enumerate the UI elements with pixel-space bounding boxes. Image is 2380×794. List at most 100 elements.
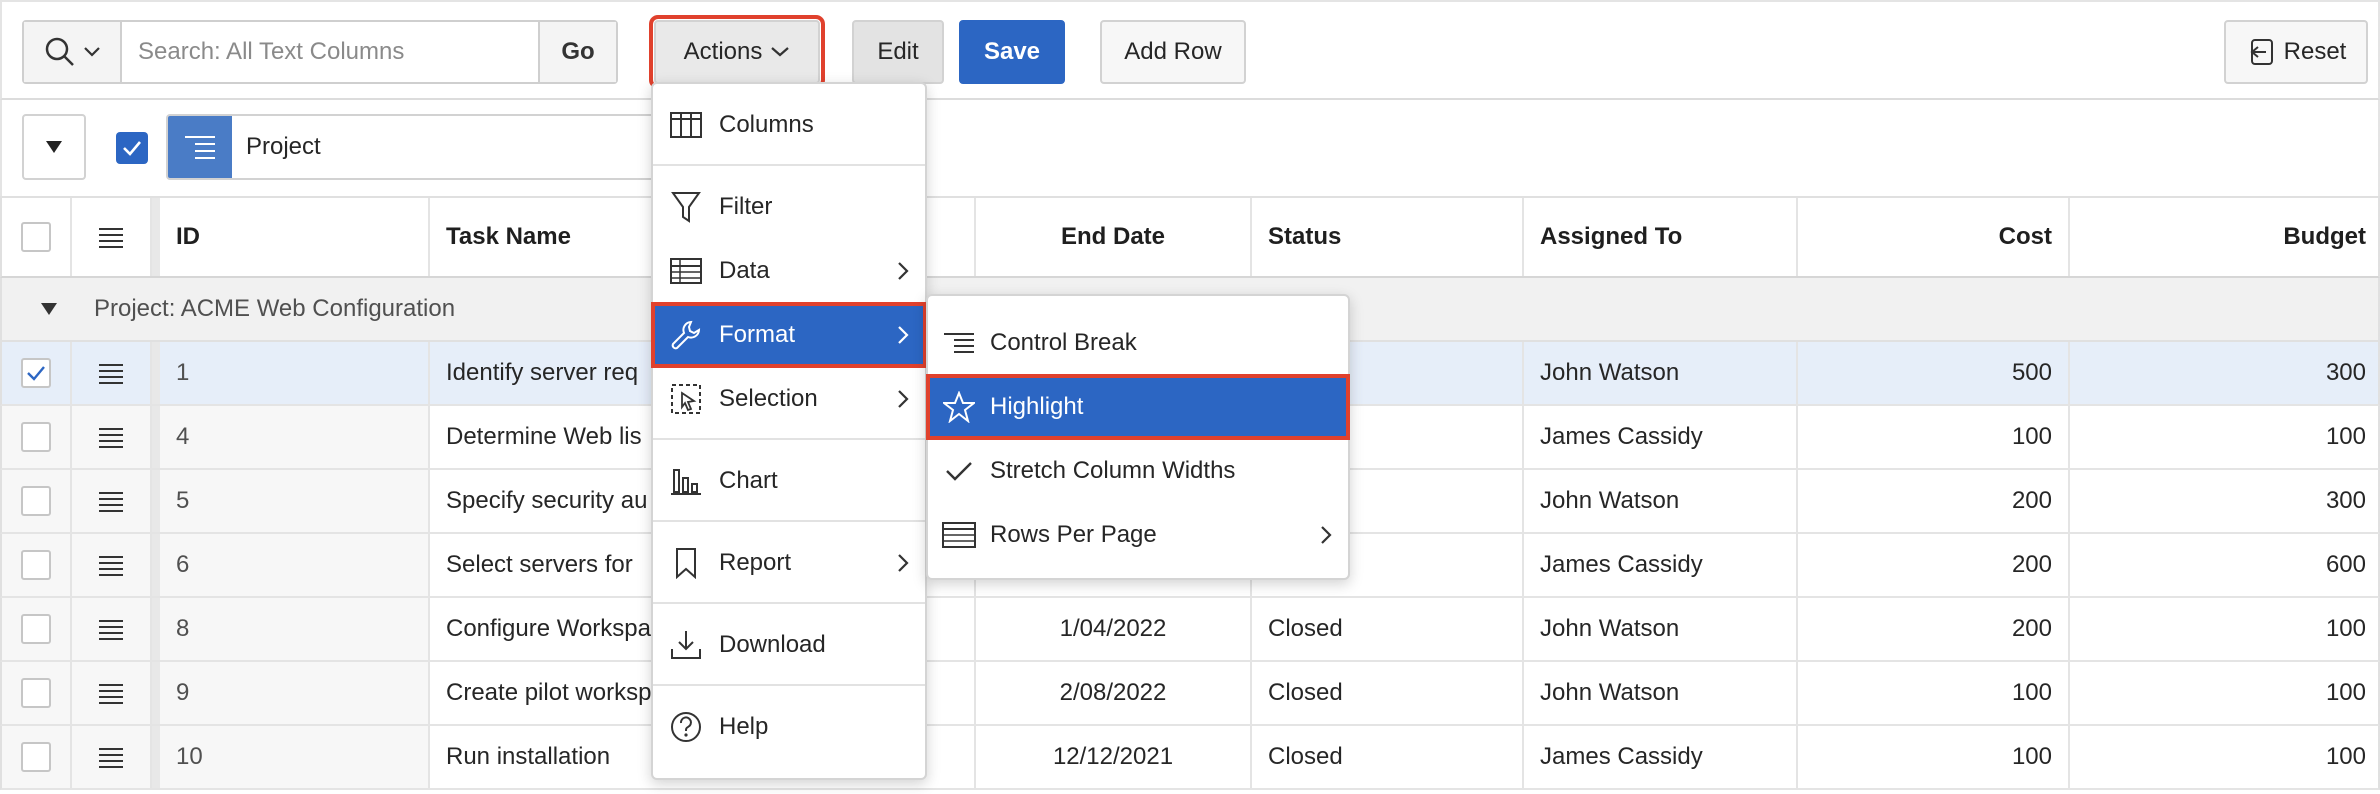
cell-id[interactable]: 4	[152, 406, 430, 468]
row-select-cell[interactable]	[2, 598, 72, 660]
menu-item-stretch-column-widths[interactable]: Stretch Column Widths	[928, 440, 1348, 502]
cell-assigned-to[interactable]: John Watson	[1524, 598, 1798, 660]
row-select-cell[interactable]	[2, 726, 72, 788]
row-actions-button[interactable]	[72, 534, 152, 596]
row-select-cell[interactable]	[2, 342, 72, 404]
menu-item-control-break[interactable]: Control Break	[928, 312, 1348, 374]
row-checkbox[interactable]	[21, 742, 51, 772]
cell-assigned-to[interactable]: James Cassidy	[1524, 726, 1798, 788]
row-actions-button[interactable]	[72, 406, 152, 468]
select-all-checkbox[interactable]	[21, 222, 51, 252]
table-row[interactable]: 10 Run installation 12/12/2021 Closed James …	[0, 726, 2380, 790]
control-break-checkbox[interactable]	[116, 132, 148, 164]
control-break-chip[interactable]: Project	[166, 114, 666, 180]
table-row[interactable]: 9 Create pilot worksp 2/08/2022 Closed John …	[0, 662, 2380, 726]
actions-button[interactable]: Actions	[649, 15, 825, 89]
row-select-cell[interactable]	[2, 534, 72, 596]
edit-button[interactable]: Edit	[852, 20, 944, 84]
reset-button[interactable]: Reset	[2224, 20, 2368, 84]
chevron-down-icon	[771, 47, 790, 57]
cell-cost[interactable]: 100	[1798, 406, 2070, 468]
menu-item-highlight[interactable]: Highlight	[926, 374, 1350, 440]
search-column-selector[interactable]	[24, 22, 122, 82]
go-button[interactable]: Go	[538, 22, 616, 82]
cell-budget[interactable]: 300	[2070, 470, 2380, 532]
cell-budget[interactable]: 600	[2070, 534, 2380, 596]
cell-cost[interactable]: 200	[1798, 534, 2070, 596]
menu-item-columns[interactable]: Columns	[653, 94, 925, 156]
control-break-collapse-toggle[interactable]	[22, 114, 86, 180]
column-header-budget[interactable]: Budget	[2070, 198, 2380, 276]
menu-item-selection[interactable]: Selection	[653, 368, 925, 430]
menu-item-format[interactable]: Format	[651, 302, 927, 368]
cell-cost[interactable]: 100	[1798, 726, 2070, 788]
menu-item-filter[interactable]: Filter	[653, 176, 925, 238]
save-button[interactable]: Save	[959, 20, 1065, 84]
cell-cost[interactable]: 500	[1798, 342, 2070, 404]
row-actions-button[interactable]	[72, 662, 152, 724]
cell-budget[interactable]: 100	[2070, 598, 2380, 660]
cell-id[interactable]: 8	[152, 598, 430, 660]
cell-status[interactable]: Closed	[1252, 726, 1524, 788]
menu-divider	[653, 602, 925, 604]
menu-item-label: Columns	[719, 111, 814, 138]
select-all-cell[interactable]	[2, 198, 72, 276]
menu-item-data[interactable]: Data	[653, 240, 925, 302]
row-actions-button[interactable]	[72, 726, 152, 788]
column-header-assigned-to[interactable]: Assigned To	[1524, 198, 1798, 276]
menu-item-label: Format	[719, 321, 796, 348]
menu-item-rows-per-page[interactable]: Rows Per Page	[928, 504, 1348, 566]
control-break-bar: Project	[0, 100, 2380, 198]
menu-item-help[interactable]: Help	[653, 696, 925, 758]
cell-budget[interactable]: 100	[2070, 726, 2380, 788]
cell-assigned-to[interactable]: John Watson	[1524, 662, 1798, 724]
cell-status[interactable]: Closed	[1252, 662, 1524, 724]
add-row-button[interactable]: Add Row	[1100, 20, 1246, 84]
row-actions-button[interactable]	[72, 342, 152, 404]
column-header-id[interactable]: ID	[152, 198, 430, 276]
menu-item-report[interactable]: Report	[653, 532, 925, 594]
row-checkbox[interactable]	[21, 422, 51, 452]
row-select-cell[interactable]	[2, 662, 72, 724]
row-actions-button[interactable]	[72, 470, 152, 532]
search-input[interactable]	[122, 22, 538, 82]
row-checkbox[interactable]	[21, 678, 51, 708]
row-checkbox[interactable]	[21, 486, 51, 516]
cell-cost[interactable]: 100	[1798, 662, 2070, 724]
cell-status[interactable]: Closed	[1252, 598, 1524, 660]
row-actions-button[interactable]	[72, 598, 152, 660]
control-break-label: Project	[246, 133, 321, 160]
row-checkbox[interactable]	[21, 358, 51, 388]
menu-divider	[653, 164, 925, 166]
cell-end-date[interactable]: 12/12/2021	[976, 726, 1252, 788]
cell-budget[interactable]: 100	[2070, 406, 2380, 468]
row-actions-header[interactable]	[72, 198, 152, 276]
cell-id[interactable]: 9	[152, 662, 430, 724]
menu-item-chart[interactable]: Chart	[653, 450, 925, 512]
column-header-end-date[interactable]: End Date	[976, 198, 1252, 276]
cell-id[interactable]: 1	[152, 342, 430, 404]
cell-budget[interactable]: 100	[2070, 662, 2380, 724]
cell-assigned-to[interactable]: James Cassidy	[1524, 406, 1798, 468]
table-row[interactable]: 8 Configure Workspa 1/04/2022 Closed John Wa…	[0, 598, 2380, 662]
cell-cost[interactable]: 200	[1798, 470, 2070, 532]
row-select-cell[interactable]	[2, 470, 72, 532]
column-header-status[interactable]: Status	[1252, 198, 1524, 276]
cell-assigned-to[interactable]: John Watson	[1524, 470, 1798, 532]
row-select-cell[interactable]	[2, 406, 72, 468]
cell-id[interactable]: 5	[152, 470, 430, 532]
menu-divider	[653, 438, 925, 440]
row-checkbox[interactable]	[21, 614, 51, 644]
cell-id[interactable]: 10	[152, 726, 430, 788]
row-checkbox[interactable]	[21, 550, 51, 580]
cell-assigned-to[interactable]: John Watson	[1524, 342, 1798, 404]
cell-id[interactable]: 6	[152, 534, 430, 596]
cell-end-date[interactable]: 2/08/2022	[976, 662, 1252, 724]
cell-assigned-to[interactable]: James Cassidy	[1524, 534, 1798, 596]
cell-end-date[interactable]: 1/04/2022	[976, 598, 1252, 660]
selection-icon	[671, 384, 701, 414]
cell-budget[interactable]: 300	[2070, 342, 2380, 404]
cell-cost[interactable]: 200	[1798, 598, 2070, 660]
column-header-cost[interactable]: Cost	[1798, 198, 2070, 276]
menu-item-download[interactable]: Download	[653, 614, 925, 676]
